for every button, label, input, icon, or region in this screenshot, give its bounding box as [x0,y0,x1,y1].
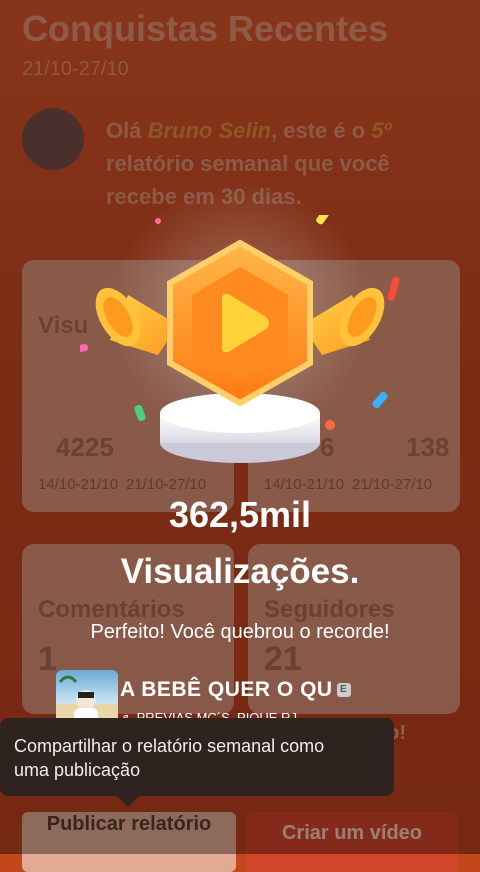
explicit-badge: E [336,683,351,698]
achievement-label: Visualizações. [120,552,360,591]
trophy-illustration [80,215,400,463]
music-title-text: A BEBÊ QUER O QU [120,678,333,701]
horn-left-icon [95,287,178,355]
tooltip-text: Compartilhar o relatório semanal como um… [14,736,325,780]
record-message: Perfeito! Você quebrou o recorde! [90,621,390,643]
horn-right-icon [302,287,385,355]
music-title[interactable]: A BEBÊ QUER O QU E [120,678,351,702]
tooltip-arrow [116,795,140,807]
achievement-value: 362,5mil [168,494,312,535]
